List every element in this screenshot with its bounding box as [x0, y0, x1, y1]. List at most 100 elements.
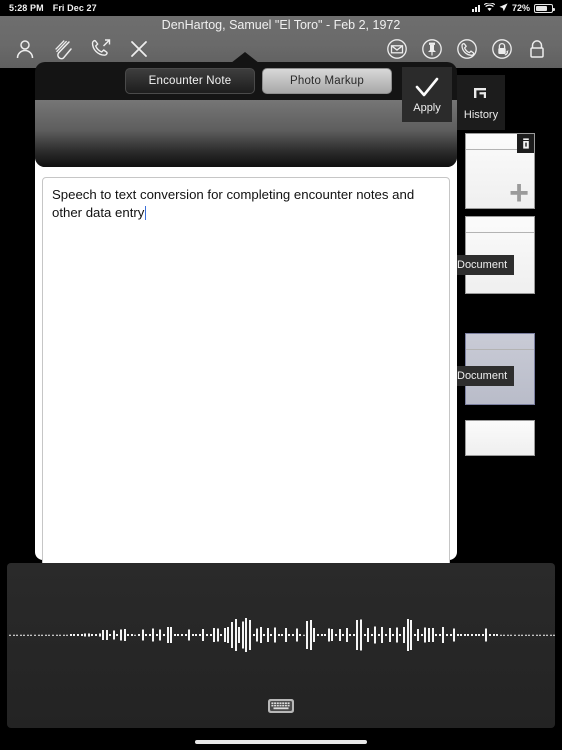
- popover-body: [35, 100, 457, 167]
- waveform-bar: [59, 634, 62, 636]
- waveform-bar: [16, 634, 19, 636]
- paperclip-icon[interactable]: [52, 38, 76, 62]
- waveform-bar: [102, 630, 105, 640]
- waveform-bar: [395, 627, 398, 643]
- document-card-1[interactable]: Document: [450, 216, 535, 294]
- waveform-bar: [345, 628, 348, 642]
- waveform-bar: [324, 634, 327, 636]
- patient-icon[interactable]: [14, 38, 38, 62]
- status-bar-time: 5:28 PM: [9, 3, 44, 13]
- document-card-3[interactable]: [465, 420, 535, 456]
- waveform-bar: [266, 628, 269, 642]
- keyboard-icon[interactable]: [266, 695, 296, 717]
- pin-icon[interactable]: [421, 38, 445, 62]
- tab-photo-markup[interactable]: Photo Markup: [262, 68, 392, 94]
- waveform-bar: [342, 634, 345, 636]
- waveform-bar: [528, 634, 531, 636]
- waveform-bar: [320, 634, 323, 636]
- encounter-note-dialog: Speech to text conversion for completing…: [35, 155, 457, 632]
- padlock-icon[interactable]: [526, 38, 550, 62]
- app-root: 5:28 PM Fri Dec 27 72% DenHartog, Samuel…: [0, 0, 562, 750]
- waveform-bar: [546, 634, 549, 636]
- waveform-bar: [198, 634, 201, 636]
- text-caret: [145, 206, 147, 221]
- battery-icon: [534, 3, 555, 13]
- lock-refresh-icon[interactable]: [491, 38, 515, 62]
- waveform-bar: [521, 634, 524, 636]
- waveform-bar: [9, 634, 11, 636]
- apply-button[interactable]: Apply: [402, 67, 452, 122]
- document-card-2[interactable]: Document: [450, 333, 535, 405]
- waveform-bar: [524, 634, 527, 636]
- envelope-icon[interactable]: [386, 38, 410, 62]
- waveform-bar: [216, 628, 219, 642]
- waveform-bar: [209, 634, 212, 636]
- waveform-bar: [166, 627, 169, 643]
- waveform-bar: [281, 634, 284, 636]
- waveform-bar: [327, 628, 330, 642]
- waveform-bar: [227, 627, 230, 643]
- page-title: DenHartog, Samuel "El Toro" - Feb 2, 197…: [161, 18, 401, 32]
- waveform-bar: [428, 628, 431, 642]
- waveform-bar: [392, 634, 395, 636]
- history-button[interactable]: History: [457, 75, 505, 130]
- waveform-bar: [195, 634, 198, 636]
- waveform-bar: [442, 627, 445, 643]
- waveform-bar: [334, 634, 337, 636]
- waveform-bar: [349, 634, 352, 636]
- waveform-bar: [26, 634, 29, 636]
- waveform-bar: [313, 628, 316, 642]
- waveform-bar: [420, 634, 423, 636]
- waveform-bar: [467, 634, 470, 636]
- close-icon[interactable]: [128, 38, 152, 62]
- waveform-bar: [553, 634, 556, 636]
- header-toolbar-right: [386, 38, 550, 62]
- waveform-bar: [331, 629, 334, 641]
- waveform-bar: [356, 620, 359, 650]
- waveform-bar: [503, 634, 506, 636]
- status-bar: 5:28 PM Fri Dec 27 72%: [0, 0, 562, 16]
- waveform-bar: [205, 634, 208, 636]
- waveform-bar: [152, 628, 155, 642]
- waveform-bar: [374, 626, 377, 644]
- home-indicator: [195, 740, 367, 744]
- waveform-bar: [173, 634, 176, 636]
- waveform-bar: [377, 634, 380, 636]
- waveform-bar: [299, 634, 302, 636]
- waveform-bar: [238, 627, 241, 643]
- waveform-bar: [309, 620, 312, 650]
- add-document-plus-icon[interactable]: +: [509, 176, 529, 210]
- waveform-bar: [112, 630, 115, 640]
- waveform-bar: [163, 634, 165, 636]
- waveform-bar: [77, 634, 80, 636]
- waveform-bar: [514, 634, 517, 636]
- phone-icon[interactable]: [456, 38, 480, 62]
- waveform-bar: [91, 634, 94, 636]
- waveform-bar: [338, 629, 341, 641]
- waveform-bar: [274, 627, 277, 643]
- waveform-bar: [402, 627, 405, 643]
- new-document-card[interactable]: +: [465, 133, 535, 210]
- waveform-bar: [145, 634, 148, 636]
- waveform-bar: [69, 634, 72, 636]
- cellular-signal-icon: [471, 4, 480, 12]
- waveform-bar: [456, 634, 459, 636]
- waveform-bar: [284, 628, 287, 642]
- waveform-bar: [506, 634, 509, 636]
- tab-encounter-note[interactable]: Encounter Note: [125, 68, 255, 94]
- waveform-bar: [352, 634, 355, 636]
- waveform-bar: [481, 634, 484, 636]
- history-icon: [471, 84, 491, 107]
- lock-badge-icon: [517, 134, 534, 153]
- popover-arrow-icon: [231, 52, 259, 63]
- outgoing-call-icon[interactable]: [90, 38, 114, 62]
- waveform-bar: [180, 634, 183, 636]
- waveform-bar: [80, 634, 83, 636]
- waveform-bar: [155, 634, 158, 636]
- waveform-bar: [223, 628, 226, 642]
- popover-tabs: Encounter Note Photo Markup: [125, 68, 392, 94]
- waveform-bar: [535, 634, 538, 636]
- waveform-bar: [317, 634, 320, 636]
- waveform-bar: [435, 634, 438, 636]
- waveform-bar: [34, 634, 37, 636]
